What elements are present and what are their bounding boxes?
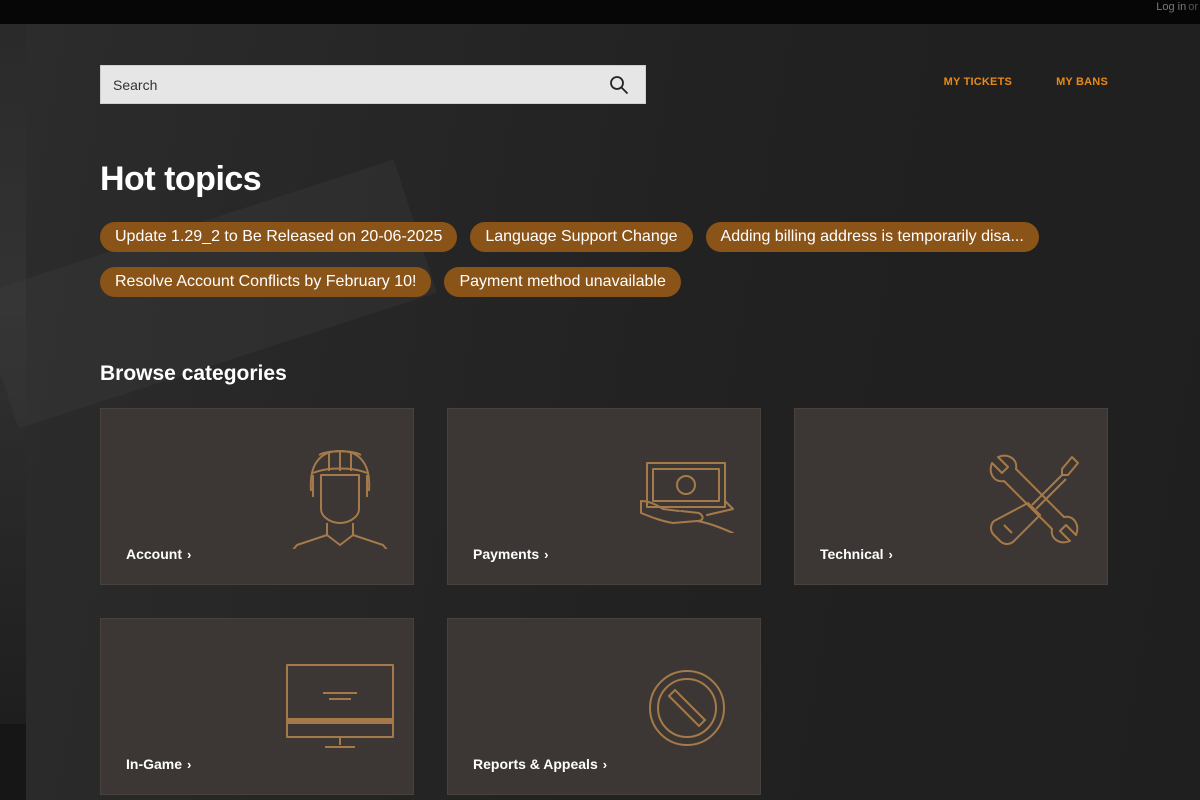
hot-topic-pill[interactable]: Language Support Change bbox=[470, 222, 693, 252]
helmet-person-icon bbox=[292, 450, 388, 549]
hot-topics-row: Resolve Account Conflicts by February 10… bbox=[100, 267, 1080, 297]
category-card-account[interactable]: Account › bbox=[100, 408, 414, 585]
chevron-right-icon: › bbox=[602, 757, 608, 772]
category-card-reports-appeals[interactable]: Reports & Appeals › bbox=[447, 618, 761, 795]
search-box bbox=[100, 65, 646, 104]
search-input[interactable] bbox=[101, 66, 591, 103]
hot-topic-pill[interactable]: Payment method unavailable bbox=[444, 267, 681, 297]
chevron-right-icon: › bbox=[544, 547, 549, 562]
hot-topic-pill[interactable]: Adding billing address is temporarily di… bbox=[705, 222, 1039, 252]
hot-topics-title: Hot topics bbox=[100, 160, 262, 198]
top-nav: MY TICKETS MY BANS bbox=[944, 76, 1108, 88]
prohibited-icon bbox=[649, 670, 725, 746]
chevron-right-icon: › bbox=[187, 547, 192, 562]
login-link[interactable]: Log in bbox=[1156, 1, 1186, 13]
category-card-in-game[interactable]: In-Game › bbox=[100, 618, 414, 795]
browse-categories-title: Browse categories bbox=[100, 362, 287, 385]
my-bans-link[interactable]: MY BANS bbox=[1056, 76, 1108, 88]
login-links: Log in or bbox=[1156, 1, 1200, 13]
hot-topics-row: Update 1.29_2 to Be Released on 20-06-20… bbox=[100, 222, 1080, 252]
category-label: Technical › bbox=[820, 546, 893, 562]
monitor-icon bbox=[286, 664, 394, 748]
category-label: Payments › bbox=[473, 546, 549, 562]
hot-topic-pill[interactable]: Resolve Account Conflicts by February 10… bbox=[100, 267, 432, 297]
hot-topics-list: Update 1.29_2 to Be Released on 20-06-20… bbox=[100, 222, 1080, 312]
hand-money-icon bbox=[640, 462, 734, 533]
category-label-text: Technical bbox=[820, 546, 884, 562]
search-icon[interactable] bbox=[609, 75, 629, 95]
wrench-screwdriver-icon bbox=[989, 454, 1079, 545]
category-label-text: In-Game bbox=[126, 756, 183, 772]
category-label: In-Game › bbox=[126, 756, 191, 772]
category-label: Account › bbox=[126, 546, 191, 562]
chevron-right-icon: › bbox=[888, 547, 893, 562]
hot-topic-pill[interactable]: Update 1.29_2 to Be Released on 20-06-20… bbox=[100, 222, 458, 252]
login-or: or bbox=[1188, 1, 1198, 13]
category-label: Reports & Appeals › bbox=[473, 756, 607, 772]
left-background-strip-lower bbox=[0, 724, 26, 800]
category-card-payments[interactable]: Payments › bbox=[447, 408, 761, 585]
category-label-text: Payments bbox=[473, 546, 540, 562]
category-label-text: Reports & Appeals bbox=[473, 756, 598, 772]
chevron-right-icon: › bbox=[187, 757, 192, 772]
category-card-technical[interactable]: Technical › bbox=[794, 408, 1108, 585]
category-label-text: Account bbox=[126, 546, 182, 562]
my-tickets-link[interactable]: MY TICKETS bbox=[944, 76, 1012, 88]
top-bar: Log in or bbox=[0, 0, 1200, 24]
